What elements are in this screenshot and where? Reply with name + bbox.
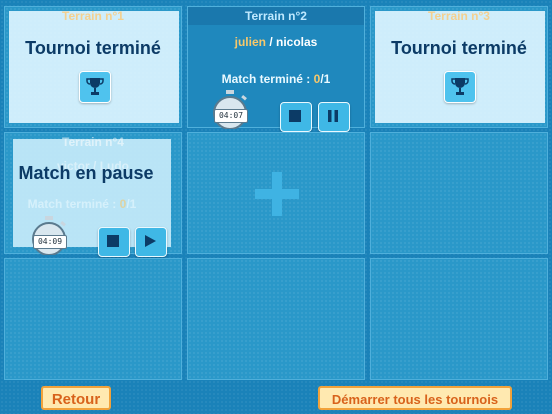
court-2-separator: /	[269, 35, 273, 49]
court-2-stop-button[interactable]	[280, 102, 312, 132]
court-2-player-1: julien	[234, 35, 266, 49]
court-1-title: Terrain n°1	[62, 9, 124, 23]
court-3-trophy-button[interactable]	[444, 71, 476, 103]
court-4-status: Match en pause	[18, 163, 154, 183]
court-1-panel	[9, 11, 179, 123]
court-4-timer: 04:09	[33, 235, 67, 249]
court-1-status: Tournoi terminé	[25, 38, 161, 58]
empty-cell-r2c3	[370, 132, 548, 254]
court-2-pause-button[interactable]	[318, 102, 350, 132]
court-1-trophy-button[interactable]	[79, 71, 111, 103]
stop-icon	[107, 235, 119, 247]
court-2-timer: 04:07	[214, 109, 248, 123]
empty-cell-r3c3	[370, 258, 548, 380]
play-icon	[145, 235, 156, 247]
plus-icon	[255, 172, 299, 216]
court-4-cell[interactable]: Terrain n°4 victor / Ludo Match en pause…	[4, 132, 182, 257]
court-2-match-label: Match terminé :	[221, 72, 314, 86]
add-court-cell[interactable]	[187, 132, 365, 254]
court-4-play-button[interactable]	[135, 227, 167, 257]
court-2-stopwatch: 04:07	[208, 89, 252, 130]
court-2-player-2: nicolas	[276, 35, 318, 49]
court-2-cell[interactable]: Terrain n°2 julien / nicolas Match termi…	[187, 6, 365, 132]
back-button[interactable]: Retour	[41, 386, 111, 410]
court-3-status: Tournoi terminé	[391, 38, 527, 58]
start-all-tournaments-button[interactable]: Démarrer tous les tournois	[318, 386, 512, 410]
court-2-title: Terrain n°2	[188, 7, 364, 25]
court-2-match-status: Match terminé : 0/1	[188, 72, 364, 86]
court-3-panel	[375, 11, 545, 123]
stop-icon	[289, 110, 301, 122]
pause-icon	[328, 110, 338, 122]
trophy-icon	[451, 78, 469, 95]
empty-cell-r3c2	[187, 258, 365, 380]
trophy-icon	[86, 78, 104, 95]
court-3-cell[interactable]: Terrain n°3 Tournoi terminé	[370, 6, 548, 128]
court-3-title: Terrain n°3	[428, 9, 490, 23]
court-4-stop-button[interactable]	[98, 227, 130, 257]
court-4-match-label: Match terminé :	[27, 197, 120, 211]
court-4-stopwatch: 04:09	[27, 215, 71, 256]
court-2-players: julien / nicolas	[188, 35, 364, 49]
court-2-match-total: 1	[323, 72, 331, 86]
court-4-match-status: Match terminé : 0/1	[0, 197, 181, 211]
court-4-title: Terrain n°4	[62, 135, 124, 149]
court-4-match-total: 1	[129, 197, 137, 211]
empty-cell-r3c1	[4, 258, 182, 380]
court-1-cell[interactable]: Terrain n°1 Tournoi terminé	[4, 6, 182, 128]
